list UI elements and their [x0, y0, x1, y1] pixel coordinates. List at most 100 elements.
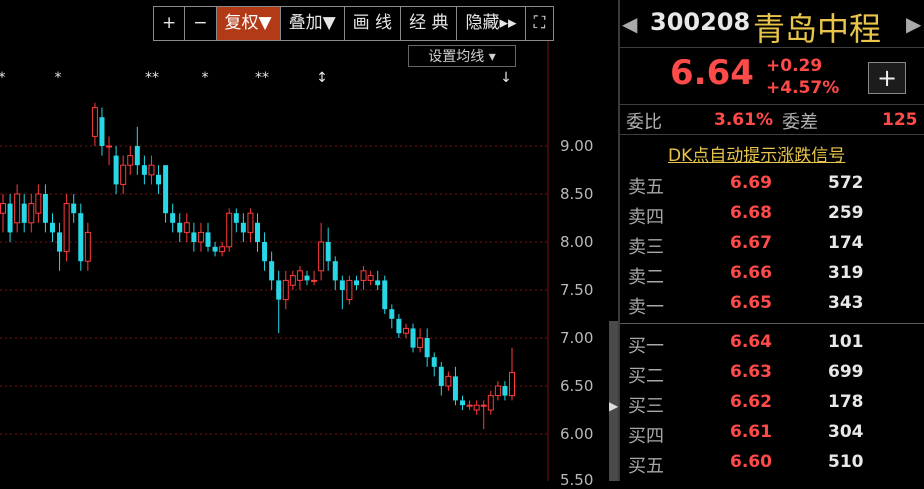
candle-body — [127, 155, 134, 166]
candle-body — [255, 222, 260, 242]
ma-settings-button[interactable]: 设置均线 ▾ — [408, 45, 516, 67]
candle-body — [417, 337, 424, 349]
candle-body — [502, 386, 508, 396]
ask-level-label: 卖三 — [628, 237, 664, 258]
candle-body — [360, 270, 367, 281]
add-watchlist-button[interactable]: + — [868, 62, 906, 94]
candle-body — [318, 241, 325, 272]
weibi-label: 委比 — [626, 112, 662, 133]
candle-body — [7, 203, 13, 233]
candle-body — [191, 232, 197, 242]
candle-body — [78, 213, 84, 262]
hide-button[interactable]: 隐藏▸▸ — [457, 7, 526, 40]
bid-ask-divider — [620, 323, 924, 324]
y-tick-label: 7.00 — [560, 329, 594, 347]
event-marker: * — [202, 70, 209, 86]
overlay-button[interactable]: 叠加▼ — [281, 7, 345, 40]
candle-body — [141, 165, 147, 175]
bid-level-label: 买三 — [628, 396, 664, 417]
candle-body — [247, 212, 254, 233]
candle-body — [487, 395, 494, 411]
next-stock-arrow-icon[interactable]: ▶ — [906, 12, 921, 36]
adjust-rights-button[interactable]: 复权▼ — [216, 7, 281, 40]
ask-level-label: 卖五 — [628, 177, 664, 198]
ask-price: 6.67 — [730, 233, 772, 253]
bid-volume: 304 — [828, 422, 864, 442]
bid-price: 6.63 — [730, 362, 772, 382]
candle-body — [460, 400, 466, 406]
candle-body — [367, 275, 374, 281]
weibi-value: 3.61% — [714, 110, 773, 130]
quote-panel: ◀ 300208 青岛中程 ▶ 6.64 +0.29 +4.57% + 委比 3… — [620, 0, 924, 481]
candle-body — [205, 232, 211, 247]
zoom-in-button[interactable]: + — [154, 7, 186, 40]
candle-body — [325, 242, 331, 262]
candle-body — [339, 280, 345, 290]
candle-body — [332, 261, 338, 281]
candle-body — [21, 203, 27, 223]
candle-body — [163, 165, 169, 214]
event-marker: * — [55, 70, 62, 86]
zoom-out-button[interactable]: − — [185, 7, 217, 40]
order-book-ask-row: 卖五 6.69 572 — [620, 173, 924, 203]
dk-signal-link[interactable]: DK点自动提示涨跌信号 — [668, 141, 845, 166]
ask-level-label: 卖一 — [628, 297, 664, 318]
fullscreen-icon[interactable]: ⛶ — [526, 7, 554, 40]
y-tick-label: 6.50 — [560, 377, 594, 395]
expand-panel-arrow-icon[interactable]: ▶ — [609, 399, 618, 413]
order-book-bid-row: 买四 6.61 304 — [620, 422, 924, 452]
candle-body — [49, 222, 55, 233]
y-tick-label: 8.50 — [560, 185, 594, 203]
ask-volume: 319 — [828, 263, 864, 283]
kline-chart-area[interactable]: *******↕↓ + − 复权▼ 叠加▼ 画 线 经 典 隐藏▸▸ ⛶ 设置均… — [0, 0, 618, 489]
event-marker: ↓ — [500, 70, 512, 86]
order-book-ask-row: 卖三 6.67 174 — [620, 233, 924, 263]
candle-body — [0, 203, 6, 214]
candle-body — [424, 338, 430, 358]
candle-body — [57, 232, 63, 252]
ask-price: 6.68 — [730, 203, 772, 223]
prev-stock-arrow-icon[interactable]: ◀ — [622, 12, 637, 36]
candle-body — [296, 270, 303, 281]
candle-body — [311, 279, 318, 282]
y-tick-label: 5.50 — [560, 471, 594, 489]
candle-body — [212, 246, 218, 252]
order-book-ask-row: 卖四 6.68 259 — [620, 203, 924, 233]
candle-body — [346, 279, 353, 301]
candle-body — [438, 366, 444, 386]
draw-line-button[interactable]: 画 线 — [345, 7, 402, 40]
candle-body — [35, 193, 42, 214]
candle-body — [71, 203, 77, 214]
candle-body — [134, 146, 140, 166]
candle-body — [42, 194, 48, 223]
order-book-bid-row: 买一 6.64 101 — [620, 332, 924, 362]
quote-header: ◀ 300208 青岛中程 ▶ — [620, 0, 924, 48]
bid-level-label: 买四 — [628, 426, 664, 447]
bid-price: 6.61 — [730, 422, 772, 442]
candle-body — [289, 275, 296, 286]
y-tick-label: 6.00 — [560, 425, 594, 443]
ask-volume: 259 — [828, 203, 864, 223]
candle-body — [91, 107, 98, 137]
event-marker: ** — [255, 70, 269, 86]
candle-body — [120, 164, 127, 185]
current-price: 6.64 — [670, 53, 754, 93]
candle-body — [183, 222, 190, 233]
bid-level-label: 买二 — [628, 366, 664, 387]
order-book-ask-row: 卖一 6.65 343 — [620, 293, 924, 323]
candle-body — [197, 231, 204, 243]
kline-chart[interactable]: *******↕↓ — [0, 0, 618, 481]
candle-body — [226, 212, 233, 248]
candle-body — [473, 404, 480, 411]
candle-body — [382, 280, 388, 310]
bid-price: 6.64 — [730, 332, 772, 352]
bid-volume: 510 — [828, 452, 864, 472]
candle-body — [276, 280, 282, 300]
y-tick-label: 8.00 — [560, 233, 594, 251]
ask-volume: 174 — [828, 233, 864, 253]
classic-button[interactable]: 经 典 — [401, 7, 458, 40]
y-tick-label: 7.50 — [560, 281, 594, 299]
event-marker: ** — [145, 70, 159, 86]
candle-body — [148, 164, 155, 176]
order-book-bid-row: 买三 6.62 178 — [620, 392, 924, 422]
